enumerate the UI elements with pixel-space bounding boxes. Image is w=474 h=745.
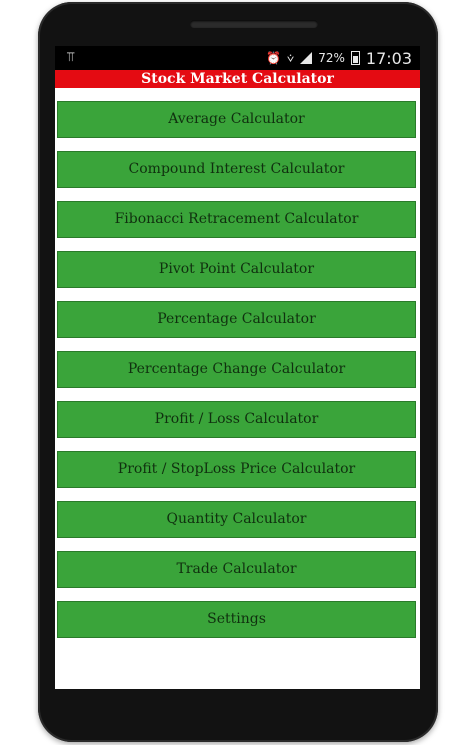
settings-button[interactable]: Settings — [57, 601, 416, 638]
speaker-grille — [190, 20, 318, 28]
app-title: Stock Market Calculator — [55, 70, 420, 88]
fibonacci-retracement-calculator-button[interactable]: Fibonacci Retracement Calculator — [57, 201, 416, 238]
empty-area — [57, 640, 416, 686]
profit-loss-calculator-button[interactable]: Profit / Loss Calculator — [57, 401, 416, 438]
status-bar: ⫪ ⏰ ⩒ 72% 17:03 — [55, 46, 420, 70]
alarm-icon: ⏰ — [265, 51, 281, 65]
pivot-point-calculator-button[interactable]: Pivot Point Calculator — [57, 251, 416, 288]
battery-icon — [350, 51, 360, 65]
quantity-calculator-button[interactable]: Quantity Calculator — [57, 501, 416, 538]
profit-stoploss-price-calculator-button[interactable]: Profit / StopLoss Price Calculator — [57, 451, 416, 488]
compound-interest-calculator-button[interactable]: Compound Interest Calculator — [57, 151, 416, 188]
percentage-change-calculator-button[interactable]: Percentage Change Calculator — [57, 351, 416, 388]
wifi-icon: ⩒ — [286, 50, 295, 65]
signal-icon — [300, 52, 313, 64]
clock: 17:03 — [365, 48, 412, 68]
usb-icon: ⫪ — [67, 50, 75, 65]
status-icons: ⏰ ⩒ 72% 17:03 — [265, 48, 412, 68]
battery-percent: 72% — [318, 51, 345, 65]
trade-calculator-button[interactable]: Trade Calculator — [57, 551, 416, 588]
percentage-calculator-button[interactable]: Percentage Calculator — [57, 301, 416, 338]
screen: ⫪ ⏰ ⩒ 72% 17:03 Stock Market Calculator … — [55, 46, 420, 689]
average-calculator-button[interactable]: Average Calculator — [57, 101, 416, 138]
